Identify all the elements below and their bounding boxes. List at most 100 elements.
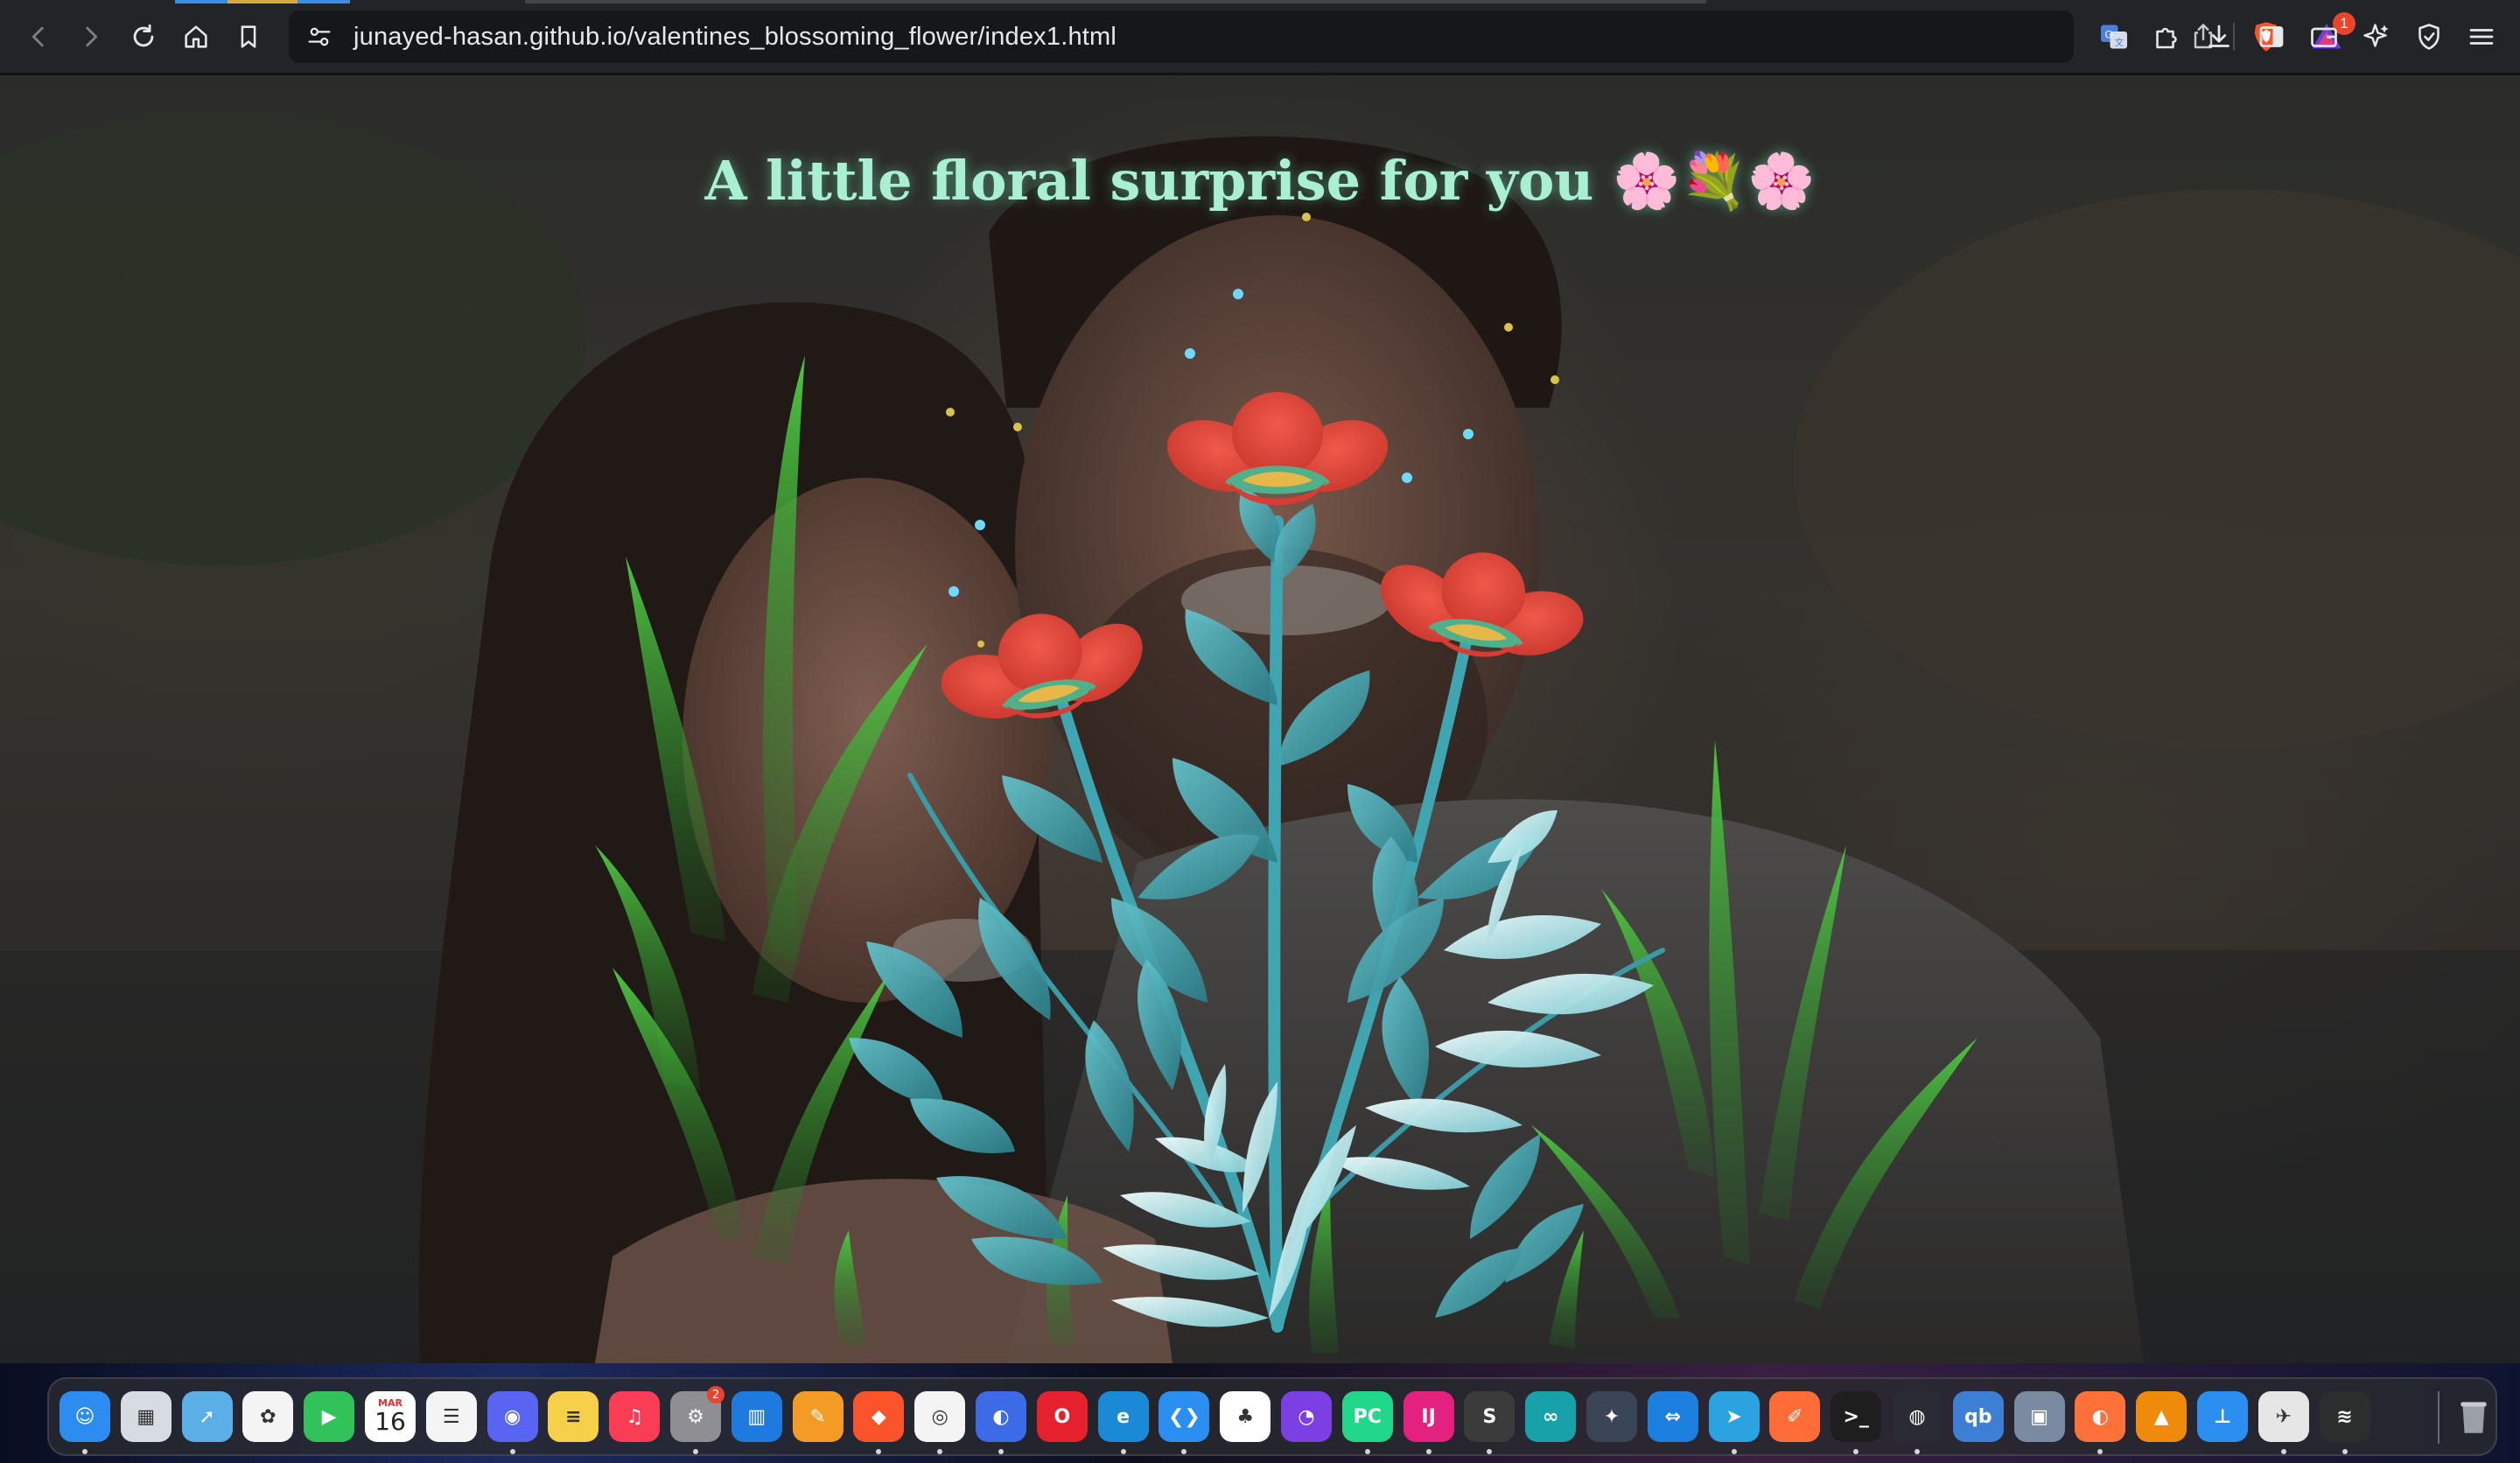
vlc-glyph: ▲ bbox=[2153, 1405, 2169, 1428]
running-indicator bbox=[1914, 1449, 1920, 1454]
python-launcher-glyph: ✈ bbox=[2275, 1405, 2292, 1428]
qbittorrent-icon[interactable]: qb bbox=[1952, 1391, 2004, 1442]
facetime-icon[interactable]: ▶ bbox=[304, 1391, 355, 1442]
reload-icon bbox=[133, 24, 154, 47]
notes-icon[interactable]: ≡ bbox=[548, 1391, 599, 1442]
home-button[interactable] bbox=[175, 16, 217, 58]
finder-icon[interactable]: ☺ bbox=[60, 1391, 110, 1442]
running-indicator bbox=[1425, 1449, 1432, 1454]
forward-button[interactable] bbox=[70, 16, 112, 58]
postman-glyph: ✐ bbox=[1787, 1405, 1803, 1428]
menu-button[interactable] bbox=[2462, 18, 2501, 56]
firefox-icon[interactable]: ◐ bbox=[2075, 1391, 2126, 1442]
pycharm-icon[interactable]: PC bbox=[1341, 1391, 1393, 1442]
flower-bouquet-illustration bbox=[595, 213, 1978, 1353]
translate-button[interactable]: G 文 bbox=[2095, 18, 2133, 56]
intellij-icon[interactable]: IJ bbox=[1403, 1391, 1454, 1442]
address-bar[interactable]: junayed-hasan.github.io/valentines_bloss… bbox=[289, 10, 2356, 63]
shield-icon bbox=[2418, 24, 2440, 50]
pages-icon[interactable]: ✎ bbox=[792, 1391, 844, 1442]
back-button[interactable] bbox=[18, 16, 60, 58]
running-indicator bbox=[937, 1449, 943, 1454]
mongodb-compass-glyph: ♣ bbox=[1236, 1405, 1255, 1428]
sublime-text-icon[interactable]: S bbox=[1464, 1391, 1516, 1442]
running-indicator bbox=[1853, 1449, 1859, 1454]
downloads-button[interactable] bbox=[2200, 18, 2238, 56]
calendar-day: 16 bbox=[374, 1407, 406, 1436]
photos-glyph: ✿ bbox=[260, 1405, 276, 1428]
running-indicator bbox=[693, 1449, 698, 1454]
keynote-icon[interactable]: ⊥ bbox=[2197, 1391, 2248, 1442]
site-info-icon[interactable] bbox=[304, 22, 334, 52]
python-launcher-icon[interactable]: ✈ bbox=[2258, 1391, 2309, 1442]
app-icon[interactable]: ≋ bbox=[2319, 1391, 2370, 1442]
teamviewer-icon[interactable]: ⇔ bbox=[1647, 1391, 1698, 1442]
qbittorrent-glyph: qb bbox=[1964, 1405, 1992, 1428]
sidebar-button[interactable] bbox=[2252, 18, 2291, 56]
terminal-icon[interactable]: >_ bbox=[1830, 1391, 1882, 1442]
launchpad-glyph: ▦ bbox=[136, 1405, 156, 1428]
notes-glyph: ≡ bbox=[565, 1405, 582, 1428]
arduino-icon[interactable]: ∞ bbox=[1525, 1391, 1577, 1442]
page-viewport: A little floral surprise for you 🌸💐🌸 bbox=[0, 75, 2520, 1363]
vlc-icon[interactable]: ▲ bbox=[2136, 1391, 2188, 1442]
running-indicator bbox=[1181, 1449, 1187, 1454]
chevron-right-icon bbox=[86, 26, 98, 47]
bookmark-button[interactable] bbox=[228, 16, 270, 58]
url-text[interactable]: junayed-hasan.github.io/valentines_bloss… bbox=[354, 23, 1116, 52]
obs-icon[interactable]: ◍ bbox=[1892, 1391, 1942, 1442]
running-indicator bbox=[509, 1449, 515, 1454]
arduino-glyph: ∞ bbox=[1543, 1405, 1559, 1428]
preview-icon[interactable]: ▣ bbox=[2013, 1391, 2065, 1442]
wallet-button[interactable] bbox=[2305, 18, 2343, 56]
trello-glyph: ▥ bbox=[747, 1405, 766, 1428]
opera-icon[interactable]: O bbox=[1036, 1391, 1088, 1442]
pages-glyph: ✎ bbox=[809, 1405, 826, 1428]
system-settings-glyph: ⚙ bbox=[687, 1405, 704, 1428]
extensions-button[interactable] bbox=[2147, 18, 2186, 56]
system-settings-icon[interactable]: ⚙ 2 bbox=[670, 1386, 724, 1442]
running-indicator bbox=[82, 1449, 88, 1454]
grass-blades bbox=[595, 355, 1978, 1353]
photos-icon[interactable]: ✿ bbox=[242, 1391, 294, 1442]
calendar-icon[interactable]: MAR 16 bbox=[365, 1391, 416, 1442]
launchpad-icon[interactable]: ▦ bbox=[120, 1391, 172, 1442]
chrome-glyph: ◎ bbox=[931, 1405, 948, 1428]
sparkle-icon bbox=[2363, 24, 2389, 47]
trello-icon[interactable]: ▥ bbox=[731, 1391, 782, 1442]
chrome-icon[interactable]: ◎ bbox=[914, 1391, 966, 1442]
vscode-icon[interactable]: ❮❯ bbox=[1158, 1391, 1210, 1442]
maps-icon[interactable]: ➚ bbox=[181, 1391, 233, 1442]
davinci-resolve-glyph: ✦ bbox=[1603, 1405, 1620, 1428]
tab-indicator bbox=[228, 0, 298, 4]
music-icon[interactable]: ♫ bbox=[609, 1391, 661, 1442]
leo-ai-button[interactable] bbox=[2357, 18, 2396, 56]
edge-icon[interactable]: e bbox=[1097, 1391, 1149, 1442]
edge-glyph: e bbox=[1116, 1405, 1130, 1428]
bookmark-icon bbox=[241, 25, 256, 48]
home-icon bbox=[185, 25, 207, 48]
sublime-text-glyph: S bbox=[1482, 1405, 1497, 1428]
reload-button[interactable] bbox=[122, 16, 164, 58]
facetime-glyph: ▶ bbox=[321, 1405, 337, 1428]
dock-separator bbox=[2438, 1391, 2440, 1444]
running-indicator bbox=[2342, 1449, 2348, 1454]
discord-icon[interactable]: ◉ bbox=[486, 1391, 538, 1442]
vscode-glyph: ❮❯ bbox=[1167, 1405, 1200, 1428]
flower-stem bbox=[1268, 515, 1284, 1333]
github-desktop-icon[interactable]: ◔ bbox=[1281, 1391, 1332, 1442]
translate-icon: G 文 bbox=[2101, 24, 2127, 49]
postman-icon[interactable]: ✐ bbox=[1769, 1391, 1821, 1442]
reminders-icon[interactable]: ☰ bbox=[425, 1391, 477, 1442]
firefox-dev-icon[interactable]: ◐ bbox=[976, 1391, 1026, 1442]
terminal-glyph: >_ bbox=[1843, 1405, 1869, 1428]
vpn-button[interactable] bbox=[2410, 18, 2448, 56]
running-indicator bbox=[2280, 1449, 2286, 1454]
trash-icon[interactable] bbox=[2448, 1391, 2499, 1442]
browser-toolbar: junayed-hasan.github.io/valentines_bloss… bbox=[0, 0, 2520, 74]
davinci-resolve-icon[interactable]: ✦ bbox=[1586, 1391, 1637, 1442]
svg-text:G: G bbox=[2105, 29, 2113, 41]
brave-icon[interactable]: ◆ bbox=[853, 1391, 905, 1442]
mongodb-compass-icon[interactable]: ♣ bbox=[1220, 1391, 1271, 1442]
telegram-icon[interactable]: ➤ bbox=[1708, 1391, 1760, 1442]
